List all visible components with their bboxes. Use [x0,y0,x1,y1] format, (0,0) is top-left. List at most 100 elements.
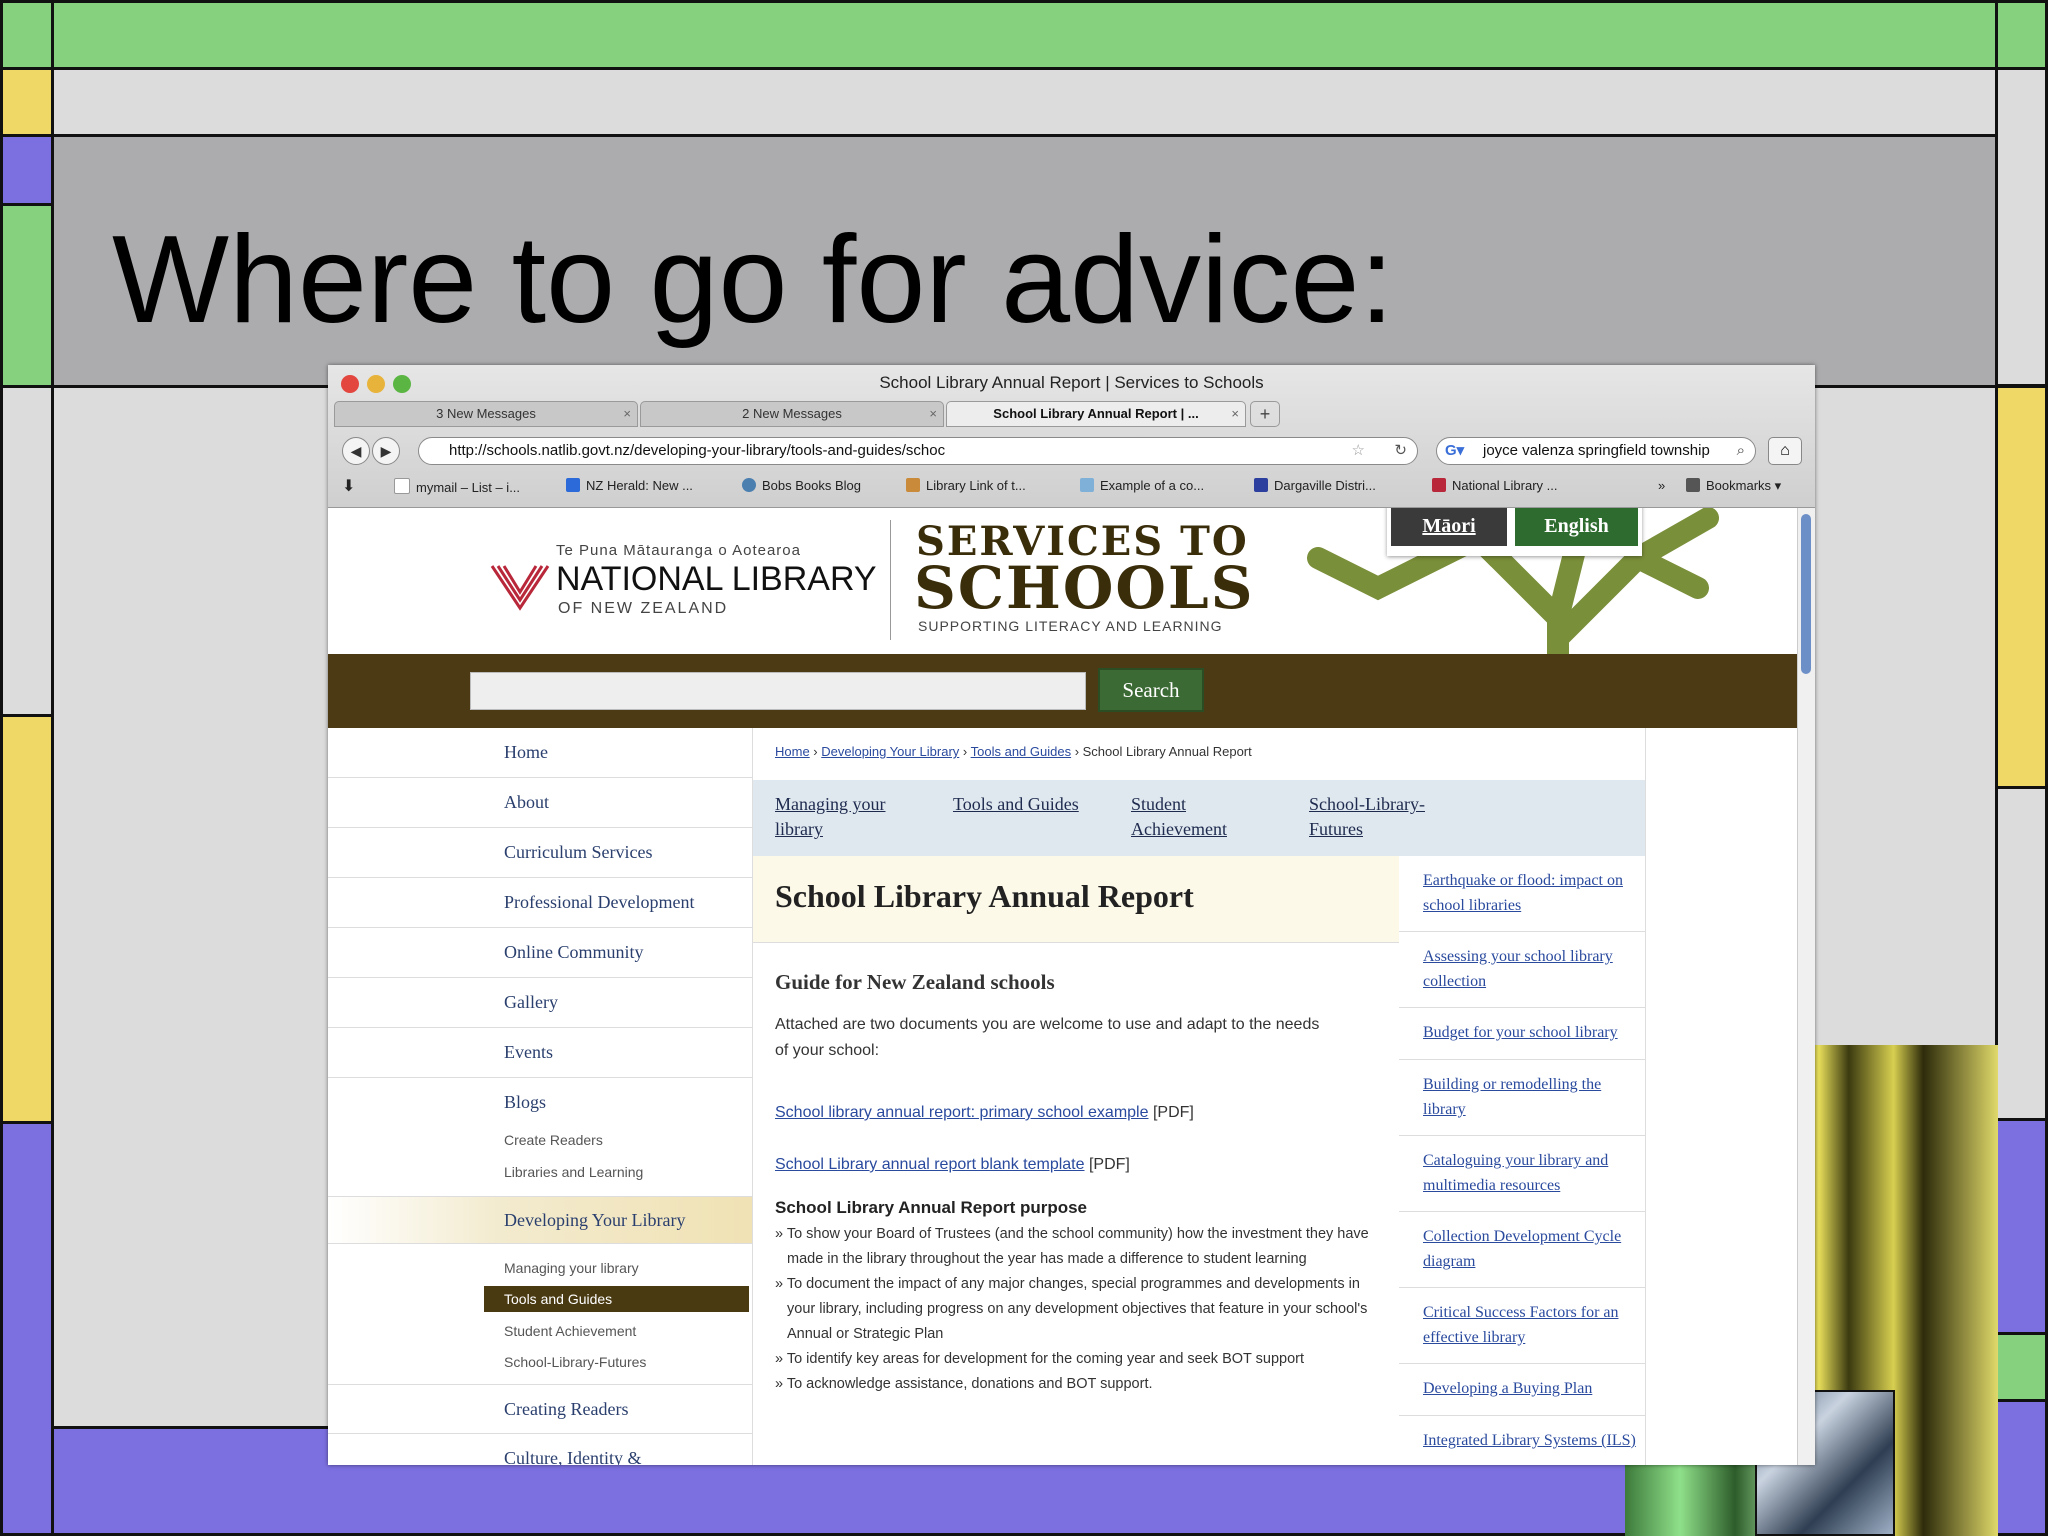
subnav-label: School-Library- [1309,794,1425,814]
breadcrumb-tools[interactable]: Tools and Guides [971,744,1071,759]
bookmark-label: Library Link of t... [926,478,1026,493]
sidebar-subitem-libraries-learning[interactable]: Libraries and Learning [504,1164,643,1180]
slide-bg-right-purple [1995,1118,2048,1335]
related-link[interactable]: Building or remodelling the library [1399,1060,1645,1136]
bookmark-bobs-books[interactable]: Bobs Books Blog [742,478,861,493]
reload-icon[interactable]: ↻ [1394,438,1407,464]
related-link-label: Collection Development Cycle diagram [1423,1228,1622,1270]
breadcrumb: Home › Developing Your Library › Tools a… [775,744,1252,759]
subnav-futures[interactable]: School-Library- Futures [1309,792,1425,842]
tab-label: School Library Annual Report | ... [993,406,1199,421]
list-item: » To acknowledge assistance, donations a… [775,1376,1153,1392]
scrollbar-thumb[interactable] [1801,514,1811,674]
sidebar-item-online-community[interactable]: Online Community [328,928,752,978]
sidebar-item-label: Home [504,742,548,762]
more-bookmarks-icon[interactable]: » [1658,478,1665,493]
search-icon[interactable]: ⌕ [1737,438,1745,464]
sidebar-item-about[interactable]: About [328,778,752,828]
article-intro: Attached are two documents you are welco… [775,1016,1320,1059]
web-search-bar[interactable]: G▾ joyce valenza springfield township ⌕ [1436,437,1756,465]
download-icon[interactable]: ⬇ [342,476,355,496]
browser-window: School Library Annual Report | Services … [328,365,1815,1465]
primary-example-link[interactable]: School library annual report: primary sc… [775,1104,1149,1121]
sidebar-item-home[interactable]: Home [328,728,752,778]
bookmark-label: Bobs Books Blog [762,478,862,493]
forward-button[interactable]: ▶ [372,437,400,465]
sidebar-subitem-create-readers[interactable]: Create Readers [504,1132,603,1148]
related-link[interactable]: Cataloguing your library and multimedia … [1399,1136,1645,1212]
sidebar-item-developing[interactable]: Developing Your Library [328,1196,752,1244]
bookmark-mymail[interactable]: mymail – List – i... [394,478,520,495]
related-link[interactable]: Developing a Buying Plan [1399,1364,1645,1416]
slide-bg-left-gray [0,385,54,717]
navigation-row: ◀ ▶ http://schools.natlib.govt.nz/develo… [328,433,1815,469]
related-link[interactable]: Integrated Library Systems (ILS) [1399,1416,1645,1465]
sidebar-subitem-futures[interactable]: School-Library-Futures [504,1354,646,1370]
bookmark-star-icon[interactable]: ☆ [1352,438,1365,464]
sidebar-item-curriculum[interactable]: Curriculum Services [328,828,752,878]
bookmark-dargaville[interactable]: Dargaville Distri... [1254,478,1376,493]
slide-bg-right-yellow [1995,385,2048,789]
slide-bg-left-green [0,203,54,388]
bookmark-library-link[interactable]: Library Link of t... [906,478,1026,493]
sidebar-item-culture[interactable]: Culture, Identity & [328,1434,752,1465]
sidebar-item-blogs[interactable]: Blogs [328,1078,752,1128]
sidebar-subitem-student[interactable]: Student Achievement [504,1323,636,1339]
blank-template-link[interactable]: School Library annual report blank templ… [775,1156,1085,1173]
bookmark-nzherald[interactable]: NZ Herald: New ... [566,478,693,493]
breadcrumb-current: School Library Annual Report [1082,744,1252,759]
sidebar-item-gallery[interactable]: Gallery [328,978,752,1028]
related-link-label: Cataloguing your library and multimedia … [1423,1152,1609,1194]
web-page: Te Puna Mātauranga o Aotearoa NATIONAL L… [328,508,1798,1465]
sidebar-subitem-managing[interactable]: Managing your library [504,1260,639,1276]
dargaville-icon [1254,478,1268,492]
site-search-button[interactable]: Search [1098,668,1204,712]
lang-maori-button[interactable]: Māori [1391,508,1507,546]
purpose-list: » To show your Board of Trustees (and th… [775,1222,1375,1397]
pdf-label: [PDF] [1088,1156,1130,1173]
tab-annual-report[interactable]: School Library Annual Report | ... × [946,401,1246,427]
tab-bar: 3 New Messages × 2 New Messages × School L… [334,401,1809,427]
sidebar-item-creating-readers[interactable]: Creating Readers [328,1384,752,1434]
page-scrollbar[interactable] [1797,508,1815,1465]
sidebar: Home About Curriculum Services Professio… [328,728,752,1465]
sidebar-item-events[interactable]: Events [328,1028,752,1078]
breadcrumb-home[interactable]: Home [775,744,810,759]
tab-messages-3[interactable]: 3 New Messages × [334,401,638,427]
sidebar-item-professional[interactable]: Professional Development [328,878,752,928]
site-header: Te Puna Mātauranga o Aotearoa NATIONAL L… [328,508,1798,654]
close-tab-icon[interactable]: × [623,402,631,426]
subnav-label: Student [1131,794,1187,814]
bookmark-national-library[interactable]: National Library ... [1432,478,1558,493]
related-link[interactable]: Critical Success Factors for an effectiv… [1399,1288,1645,1364]
bookmarks-bar: ⬇ mymail – List – i... NZ Herald: New ..… [328,473,1815,501]
brand-tagline: SUPPORTING LITERACY AND LEARNING [918,618,1223,634]
close-tab-icon[interactable]: × [1231,402,1239,426]
bookmarks-menu[interactable]: Bookmarks ▾ [1686,478,1781,494]
related-link[interactable]: Earthquake or flood: impact on school li… [1399,856,1645,932]
breadcrumb-developing[interactable]: Developing Your Library [821,744,959,759]
close-tab-icon[interactable]: × [929,402,937,426]
subnav-managing[interactable]: Managing your library [775,792,885,842]
site-search-input[interactable] [470,672,1086,710]
new-tab-button[interactable]: + [1250,401,1280,427]
sidebar-item-label: Professional Development [504,892,695,912]
back-button[interactable]: ◀ [342,437,370,465]
subnav-student[interactable]: Student Achievement [1131,792,1227,842]
url-bar[interactable]: http://schools.natlib.govt.nz/developing… [418,437,1418,465]
related-link[interactable]: Collection Development Cycle diagram [1399,1212,1645,1288]
search-engine-icon[interactable]: G▾ [1445,438,1464,464]
sidebar-item-label: Events [504,1042,553,1062]
home-button[interactable]: ⌂ [1768,437,1802,465]
sidebar-subitem-tools-guides[interactable]: Tools and Guides [504,1291,612,1307]
tab-messages-2[interactable]: 2 New Messages × [640,401,944,427]
related-link-label: Integrated Library Systems (ILS) [1423,1432,1636,1449]
related-link[interactable]: Assessing your school library collection [1399,932,1645,1008]
bookmark-example[interactable]: Example of a co... [1080,478,1204,493]
subnav-tools[interactable]: Tools and Guides [953,792,1079,817]
lang-english-button[interactable]: English [1515,508,1638,546]
tab-label: 3 New Messages [436,406,536,421]
sidebar-item-label: Developing Your Library [504,1210,686,1230]
related-link[interactable]: Budget for your school library [1399,1008,1645,1060]
tab-label: 2 New Messages [742,406,842,421]
